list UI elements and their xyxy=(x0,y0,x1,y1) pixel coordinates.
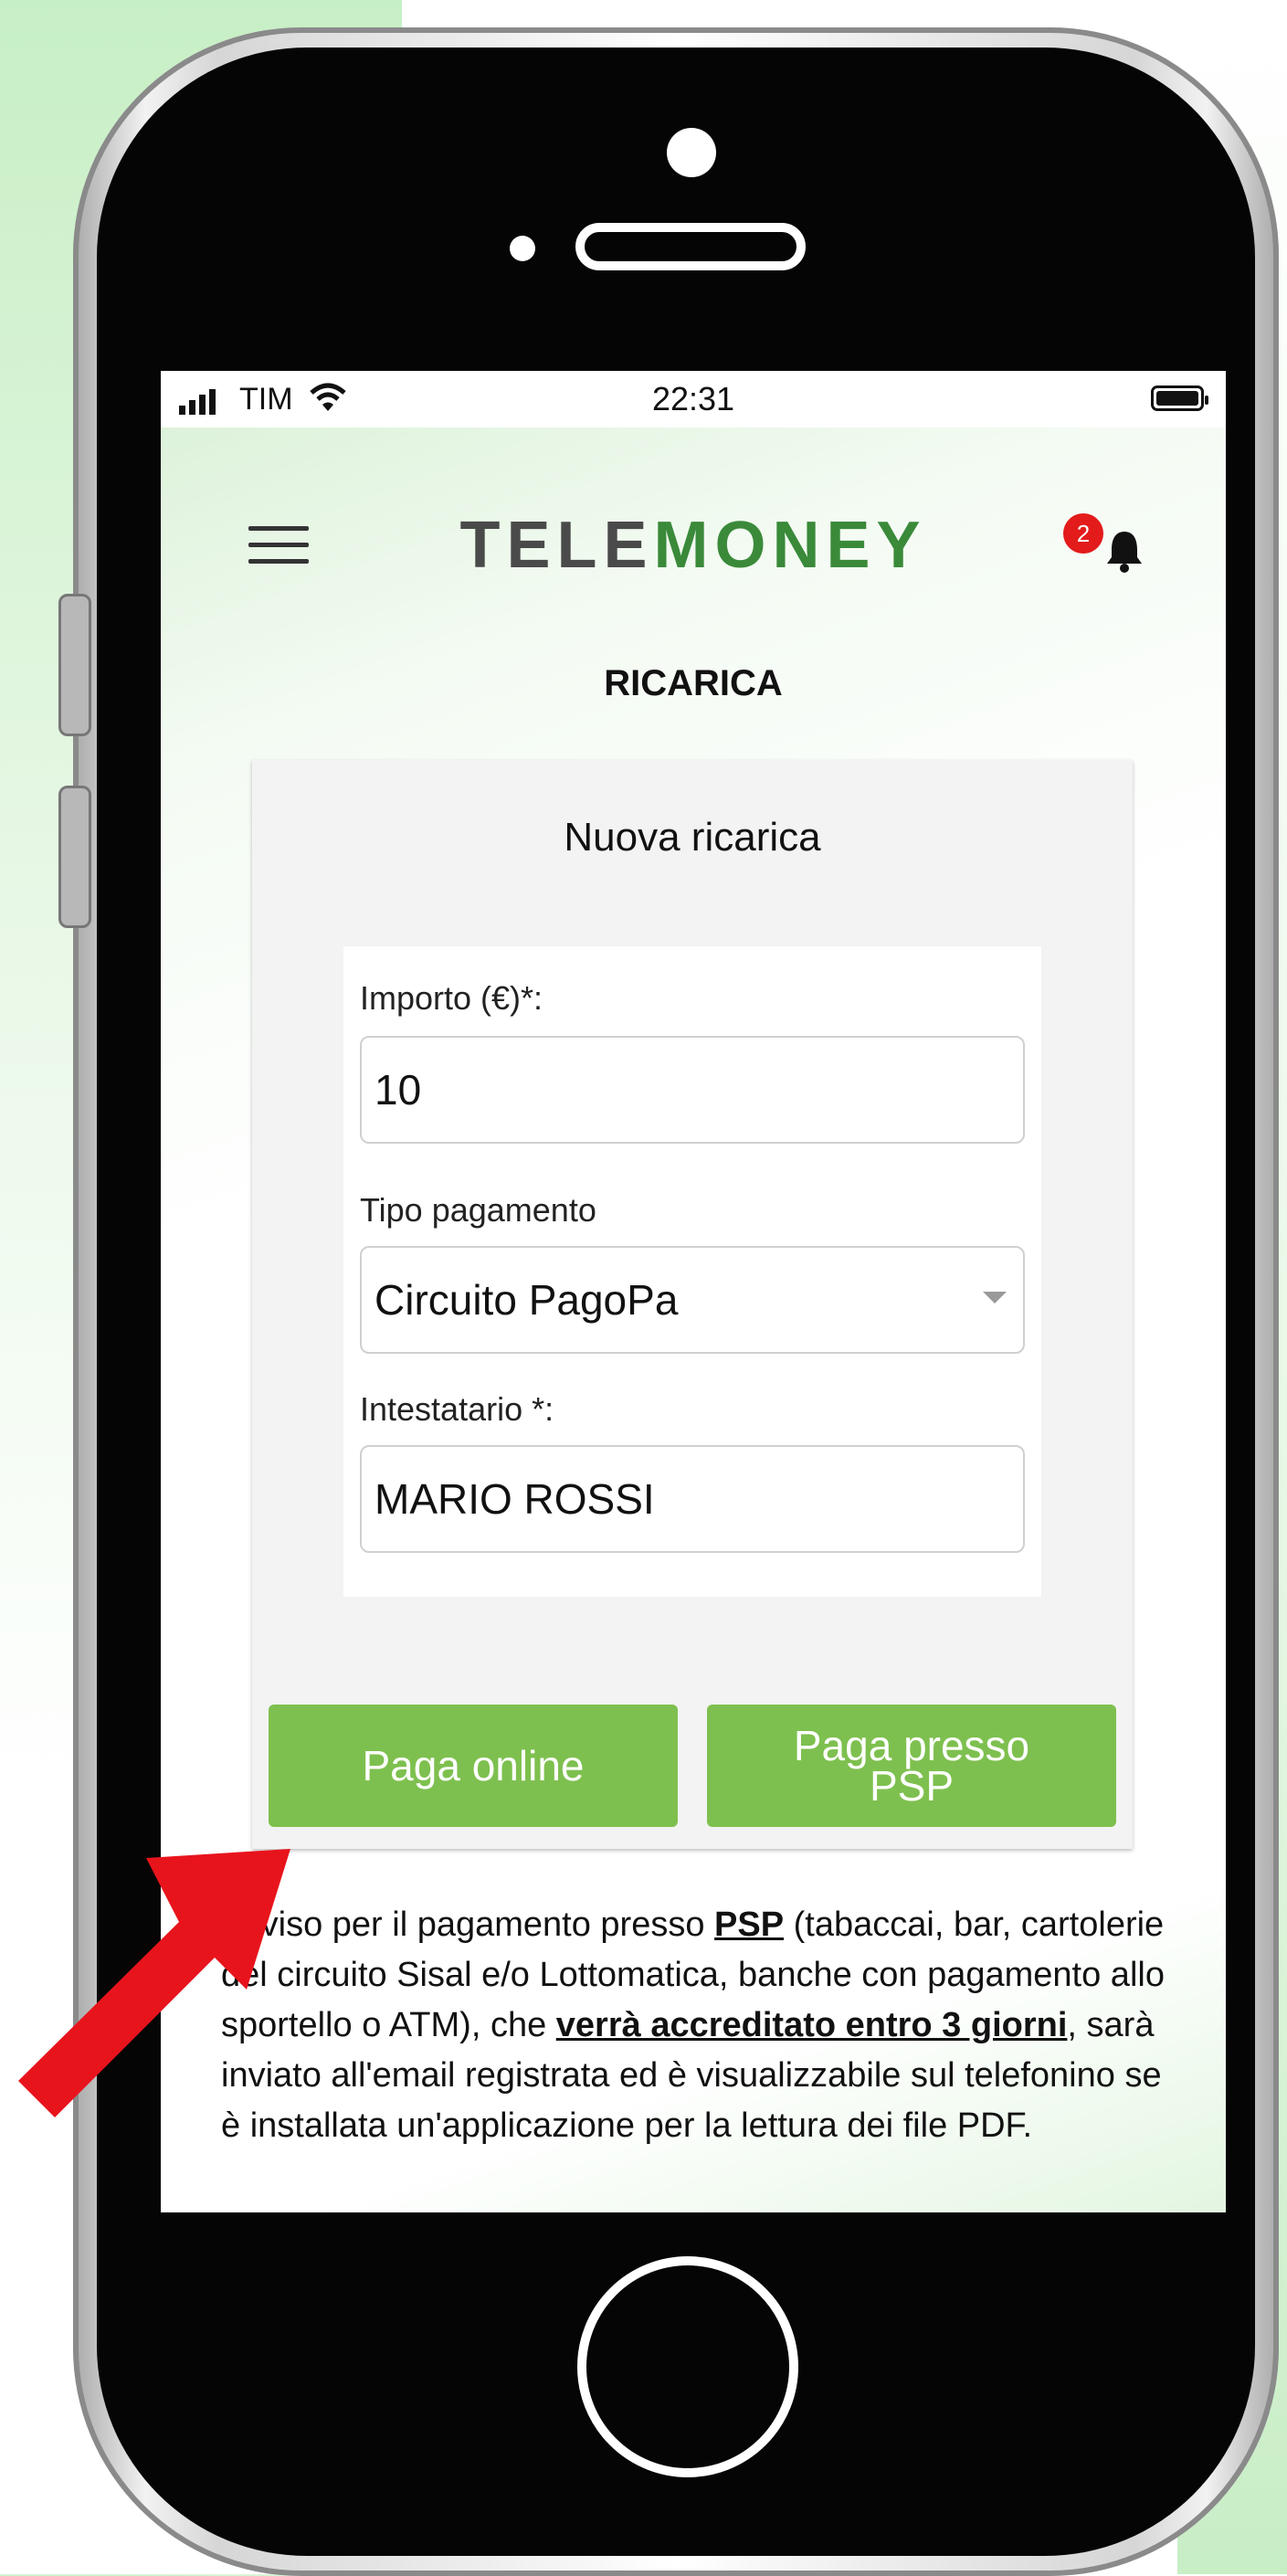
amount-label: Importo (€)*: xyxy=(360,979,543,1017)
amount-input[interactable]: 10 xyxy=(360,1036,1025,1144)
clock: 22:31 xyxy=(651,380,735,417)
page-title: RICARICA xyxy=(604,663,783,703)
home-button[interactable] xyxy=(577,2256,798,2477)
recharge-card: Nuova ricarica Importo (€)*: 10 Tipo pag… xyxy=(252,760,1133,1849)
logo-text-tele: TELE xyxy=(459,509,654,582)
recharge-form: Importo (€)*: 10 Tipo pagamento Circuito… xyxy=(343,946,1041,1597)
payment-type-label: Tipo pagamento xyxy=(360,1191,596,1229)
pay-online-button[interactable]: Paga online xyxy=(269,1705,678,1827)
logo-text-money: MONEY xyxy=(653,509,927,582)
status-bar: TIM 22:31 xyxy=(161,371,1226,428)
psp-notice: Avviso per il pagamento presso PSP (taba… xyxy=(221,1900,1189,2151)
earpiece-speaker xyxy=(575,223,806,270)
front-camera xyxy=(667,128,716,177)
holder-input[interactable]: MARIO ROSSI xyxy=(360,1445,1025,1553)
notification-badge: 2 xyxy=(1063,513,1103,554)
proximity-sensor xyxy=(510,236,535,261)
bell-icon[interactable] xyxy=(1103,528,1145,574)
payment-type-value: Circuito PagoPa xyxy=(374,1276,679,1324)
pay-psp-label-line1: Paga presso xyxy=(793,1722,1030,1769)
pay-psp-button[interactable]: Paga presso PSP xyxy=(707,1705,1116,1827)
pay-psp-label-line2: PSP xyxy=(869,1762,955,1810)
card-title: Nuova ricarica xyxy=(564,815,821,860)
notice-psp-link[interactable]: PSP xyxy=(714,1906,784,1944)
notice-text: Avviso per il pagamento presso xyxy=(221,1906,715,1944)
holder-label: Intestatario *: xyxy=(360,1390,554,1428)
phone-side-button xyxy=(58,594,91,736)
notice-highlight: verrà accreditato entro 3 giorni xyxy=(555,2006,1068,2044)
payment-type-select[interactable]: Circuito PagoPa xyxy=(360,1246,1025,1354)
app-screen: TIM 22:31 TELEMONEY 2 RICARICA Nuova ric… xyxy=(161,371,1226,2212)
telemoney-logo: TELEMONEY xyxy=(161,508,1226,583)
battery-icon xyxy=(1151,385,1208,411)
phone-side-button xyxy=(58,786,91,928)
chevron-down-icon xyxy=(983,1292,1007,1304)
